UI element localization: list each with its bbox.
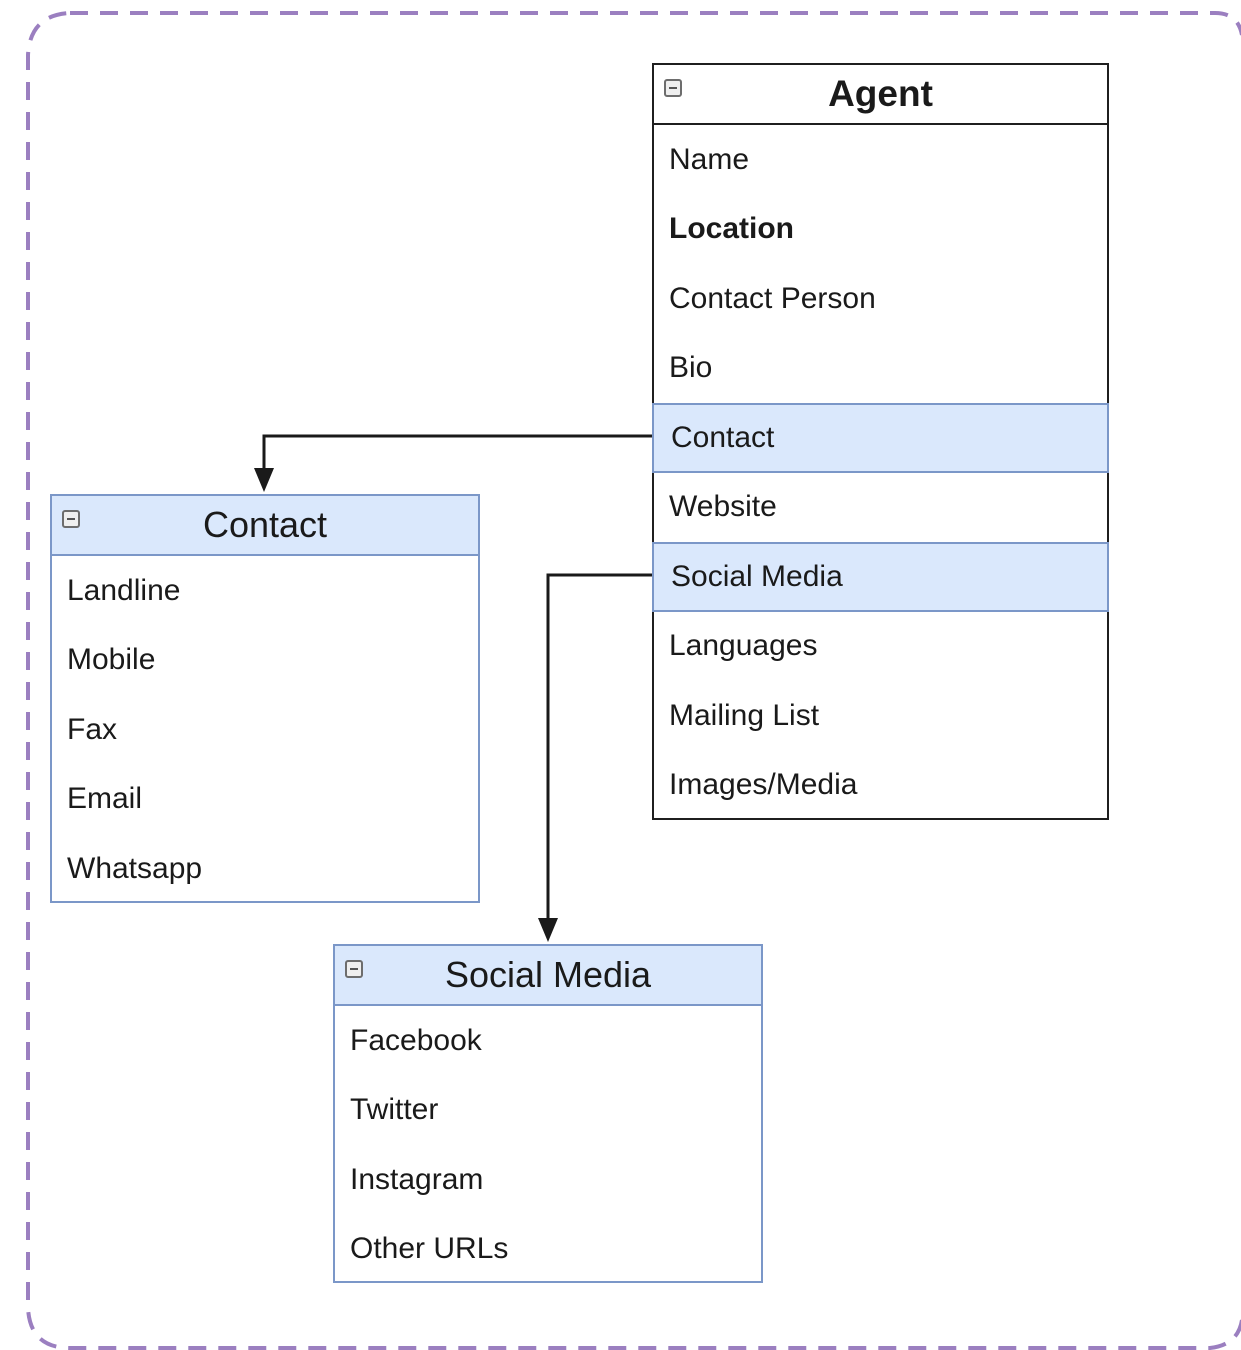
contact-field-whatsapp[interactable]: Whatsapp [52,834,478,904]
contact-connector [262,434,653,478]
social-field-facebook[interactable]: Facebook [335,1006,761,1076]
contact-field-mobile[interactable]: Mobile [52,626,478,696]
social-field-other-urls[interactable]: Other URLs [335,1215,761,1285]
agent-field-mailing-list[interactable]: Mailing List [654,681,1107,751]
collapse-icon[interactable] [62,510,80,528]
contact-field-fax[interactable]: Fax [52,695,478,765]
collapse-icon[interactable] [664,79,682,97]
social-media-connector [546,573,653,928]
contact-field-landline[interactable]: Landline [52,556,478,626]
agent-field-bio[interactable]: Bio [654,334,1107,404]
agent-field-images-media[interactable]: Images/Media [654,751,1107,821]
social-media-entity[interactable]: Social Media Facebook Twitter Instagram … [333,944,763,1283]
agent-field-website[interactable]: Website [654,473,1107,543]
contact-title: Contact [202,504,328,545]
collapse-icon[interactable] [345,960,363,978]
social-field-instagram[interactable]: Instagram [335,1145,761,1215]
contact-field-email[interactable]: Email [52,765,478,835]
social-media-title: Social Media [444,954,652,995]
agent-header: Agent [654,65,1107,125]
contact-header: Contact [52,496,478,556]
social-media-arrowhead [538,918,558,942]
agent-field-languages[interactable]: Languages [654,612,1107,682]
contact-arrowhead [254,468,274,492]
agent-entity[interactable]: Agent Name Location Contact Person Bio C… [652,63,1109,820]
contact-entity[interactable]: Contact Landline Mobile Fax Email Whatsa… [50,494,480,903]
agent-field-contact-person[interactable]: Contact Person [654,264,1107,334]
agent-field-name[interactable]: Name [654,125,1107,195]
agent-field-location[interactable]: Location [654,195,1107,265]
agent-title: Agent [828,73,933,114]
agent-field-social-media[interactable]: Social Media [652,542,1109,612]
agent-field-contact[interactable]: Contact [652,403,1109,473]
social-field-twitter[interactable]: Twitter [335,1076,761,1146]
social-media-header: Social Media [335,946,761,1006]
